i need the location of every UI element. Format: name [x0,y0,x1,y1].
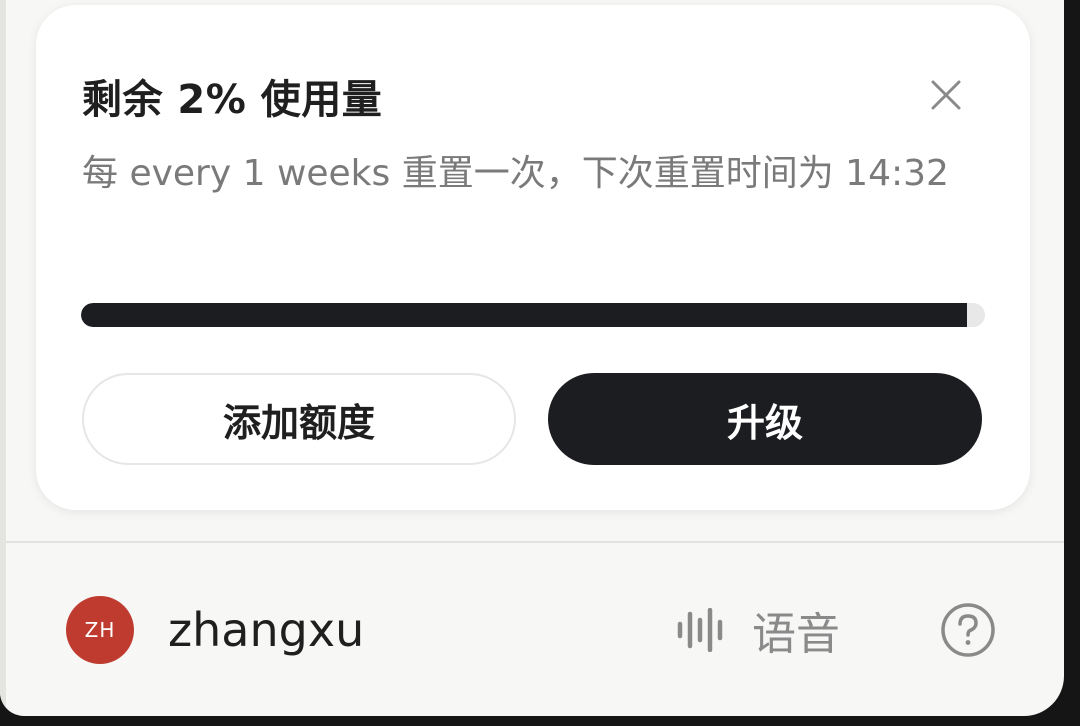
voice-waveform-icon [677,608,723,652]
username[interactable]: zhangxu [168,600,364,660]
left-panel-edge [0,0,6,716]
close-button[interactable] [920,69,972,121]
voice-label: 语音 [752,609,840,660]
usage-progress-fill [81,303,967,327]
usage-progress-bar [81,303,985,327]
close-icon [931,80,961,110]
add-quota-button[interactable]: 添加额度 [82,373,516,465]
voice-button[interactable]: 语音 [676,600,840,660]
usage-popup: 剩余 2% 使用量 每 every 1 weeks 重置一次，下次重置时间为 1… [36,5,1030,510]
divider [6,541,1064,543]
app-frame: 剩余 2% 使用量 每 every 1 weeks 重置一次，下次重置时间为 1… [0,0,1064,716]
help-circle-icon [941,603,995,657]
upgrade-button[interactable]: 升级 [548,373,982,465]
help-button[interactable] [940,602,996,658]
usage-title: 剩余 2% 使用量 [82,77,383,123]
reset-info-text: 每 every 1 weeks 重置一次，下次重置时间为 14:32 [82,153,949,194]
avatar[interactable]: ZH [66,596,134,664]
